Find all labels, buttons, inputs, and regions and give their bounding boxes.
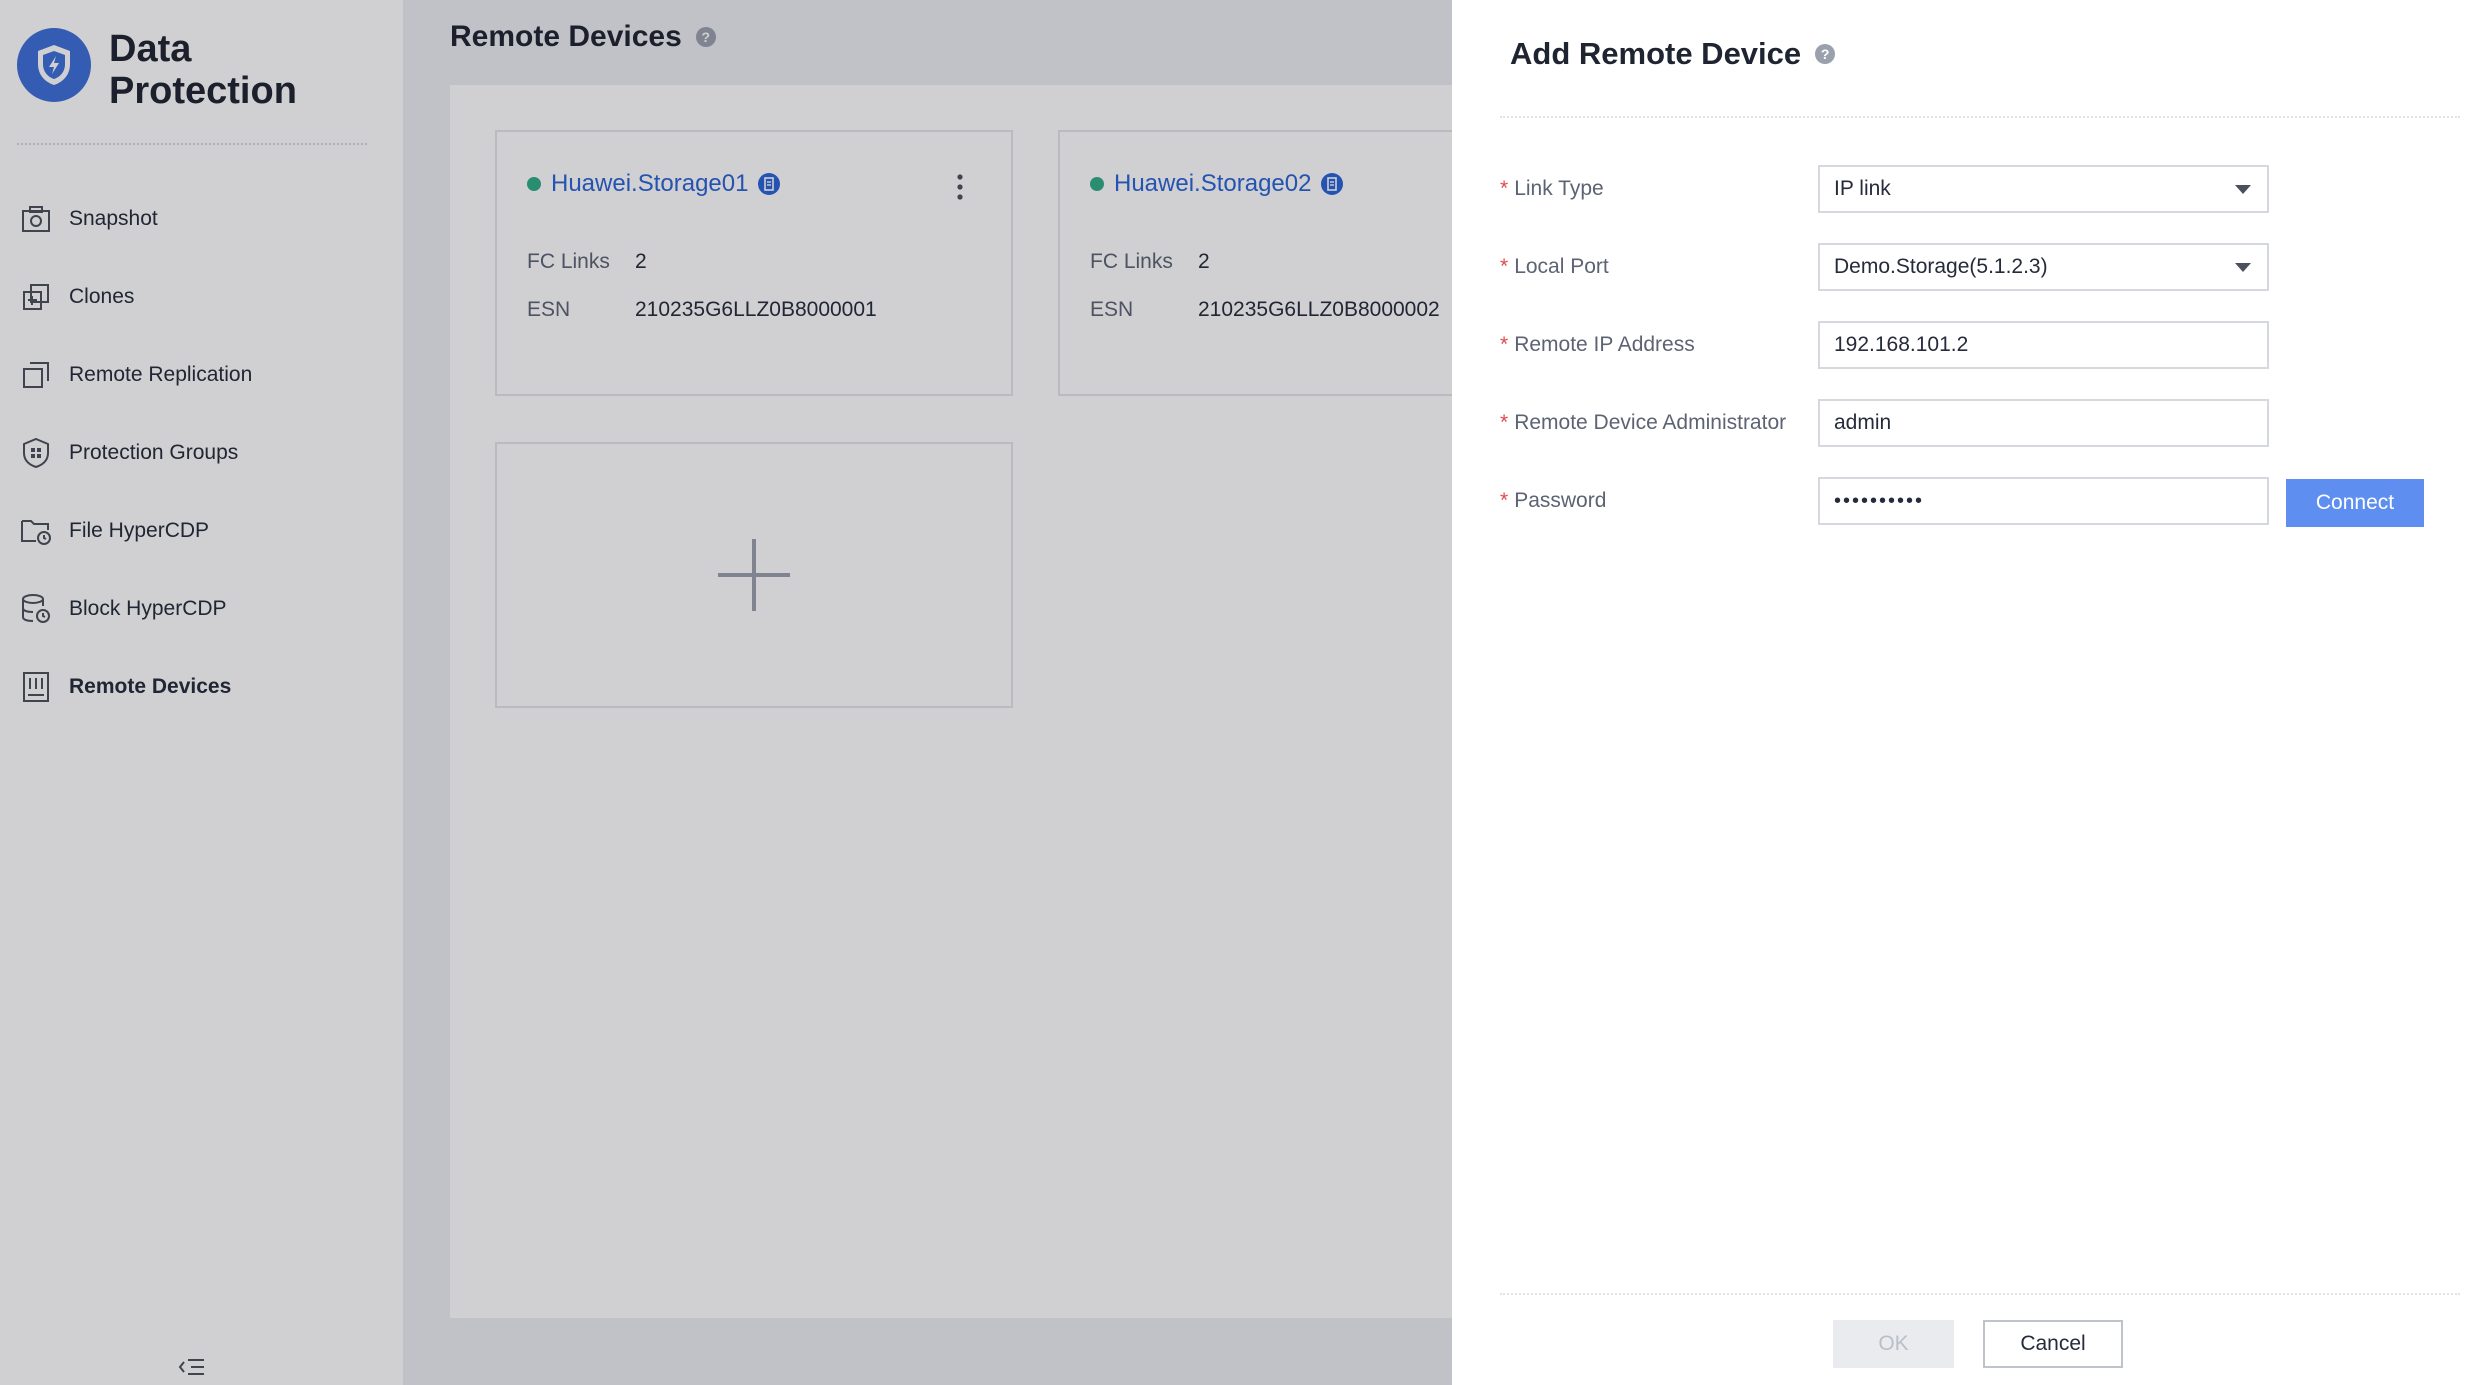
remote-ip-value: 192.168.101.2	[1834, 333, 1969, 356]
drawer-divider	[1500, 116, 2460, 118]
required-mark: *	[1500, 411, 1509, 434]
link-type-select[interactable]: IP link	[1818, 165, 2269, 213]
link-type-label-text: Link Type	[1514, 177, 1604, 200]
password-value: ••••••••••	[1834, 489, 1925, 512]
required-mark: *	[1500, 255, 1509, 278]
chevron-down-icon	[2235, 263, 2251, 272]
remote-ip-label: * Remote IP Address	[1500, 333, 1820, 357]
link-type-row: * Link Type IP link	[1500, 165, 2440, 213]
admin-row: * Remote Device Administrator admin	[1500, 399, 2440, 447]
local-port-select[interactable]: Demo.Storage(5.1.2.3)	[1818, 243, 2269, 291]
footer-divider	[1500, 1293, 2460, 1295]
modal-overlay[interactable]	[0, 0, 1452, 1385]
admin-label: * Remote Device Administrator	[1500, 411, 1820, 435]
remote-ip-input[interactable]: 192.168.101.2	[1818, 321, 2269, 369]
password-input[interactable]: ••••••••••	[1818, 477, 2269, 525]
remote-ip-label-text: Remote IP Address	[1514, 333, 1695, 356]
password-label-text: Password	[1514, 489, 1607, 512]
required-mark: *	[1500, 333, 1509, 356]
add-remote-device-drawer: Add Remote Device ? * Link Type IP link *…	[1452, 0, 2479, 1385]
cancel-button[interactable]: Cancel	[1983, 1320, 2123, 1368]
link-type-label: * Link Type	[1500, 177, 1820, 201]
drawer-title: Add Remote Device ?	[1510, 36, 1836, 72]
admin-value: admin	[1834, 411, 1892, 434]
local-port-label: * Local Port	[1500, 255, 1820, 279]
ok-button[interactable]: OK	[1833, 1320, 1954, 1368]
local-port-value: Demo.Storage(5.1.2.3)	[1834, 255, 2048, 278]
required-mark: *	[1500, 177, 1509, 200]
admin-label-text: Remote Device Administrator	[1514, 411, 1787, 434]
link-type-value: IP link	[1834, 177, 1891, 200]
drawer-title-text: Add Remote Device	[1510, 36, 1802, 71]
chevron-down-icon	[2235, 185, 2251, 194]
connect-button[interactable]: Connect	[2286, 479, 2424, 527]
password-row: * Password •••••••••• Connect	[1500, 477, 2440, 527]
remote-ip-row: * Remote IP Address 192.168.101.2	[1500, 321, 2440, 369]
admin-input[interactable]: admin	[1818, 399, 2269, 447]
required-mark: *	[1500, 489, 1509, 512]
local-port-row: * Local Port Demo.Storage(5.1.2.3)	[1500, 243, 2440, 291]
local-port-label-text: Local Port	[1514, 255, 1609, 278]
password-label: * Password	[1500, 489, 1820, 513]
help-icon[interactable]: ?	[1815, 44, 1836, 64]
